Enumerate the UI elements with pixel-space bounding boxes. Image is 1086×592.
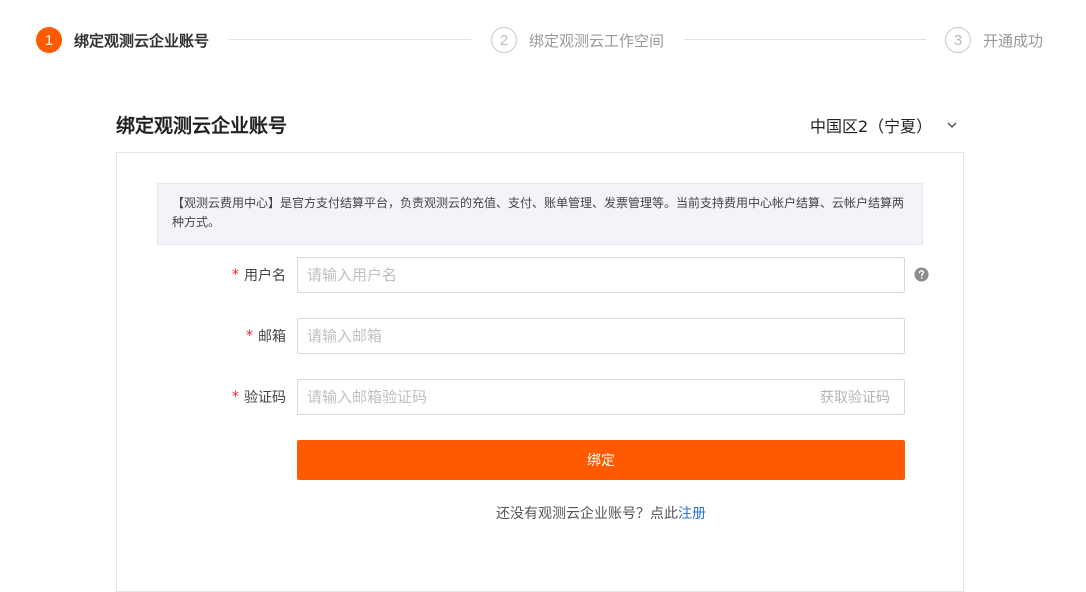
step-3: 3 开通成功 (945, 25, 1043, 55)
step-1: 1 绑定观测云企业账号 (36, 25, 209, 55)
required-mark: * (232, 389, 239, 405)
bind-button[interactable]: 绑定 (297, 440, 905, 480)
verification-code-input[interactable] (297, 379, 905, 415)
step-connector (684, 39, 926, 40)
register-prompt: 还没有观测云企业账号？点此注册 (117, 503, 1085, 523)
code-label: * 验证码 (232, 379, 286, 415)
question-circle-icon[interactable] (914, 267, 929, 282)
page-title: 绑定观测云企业账号 (116, 115, 288, 137)
email-input[interactable] (297, 318, 905, 354)
step-1-label: 绑定观测云企业账号 (74, 31, 210, 50)
region-select-value: 中国区2（宁夏） (810, 117, 933, 136)
email-label-text: 邮箱 (258, 329, 286, 345)
billing-notice: 【观测云费用中心】是官方支付结算平台，负责观测云的充值、支付、账单管理、发票管理… (157, 183, 923, 245)
step-2: 2 绑定观测云工作空间 (491, 25, 664, 55)
code-row: * 验证码 获取验证码 (117, 379, 965, 415)
username-label: * 用户名 (232, 257, 286, 293)
step-2-number: 2 (491, 27, 517, 53)
username-input[interactable] (297, 257, 905, 293)
username-row: * 用户名 (117, 257, 965, 293)
get-code-button[interactable]: 获取验证码 (820, 379, 890, 415)
required-mark: * (246, 328, 253, 344)
steps-bar: 1 绑定观测云企业账号 2 绑定观测云工作空间 3 开通成功 (36, 25, 1046, 55)
step-1-number: 1 (36, 27, 62, 53)
register-prompt-text: 还没有观测云企业账号？点此 (496, 506, 678, 522)
username-label-text: 用户名 (244, 268, 286, 284)
email-label: * 邮箱 (246, 318, 286, 354)
step-connector (229, 39, 471, 40)
step-3-label: 开通成功 (983, 31, 1044, 50)
required-mark: * (232, 267, 239, 283)
step-2-label: 绑定观测云工作空间 (529, 31, 665, 50)
email-row: * 邮箱 (117, 318, 965, 354)
register-link[interactable]: 注册 (678, 506, 706, 522)
bind-account-card: 【观测云费用中心】是官方支付结算平台，负责观测云的充值、支付、账单管理、发票管理… (116, 152, 964, 592)
step-3-number: 3 (945, 27, 971, 53)
region-select[interactable]: 中国区2（宁夏） (810, 114, 958, 136)
chevron-down-icon (947, 122, 957, 128)
code-label-text: 验证码 (244, 390, 286, 406)
